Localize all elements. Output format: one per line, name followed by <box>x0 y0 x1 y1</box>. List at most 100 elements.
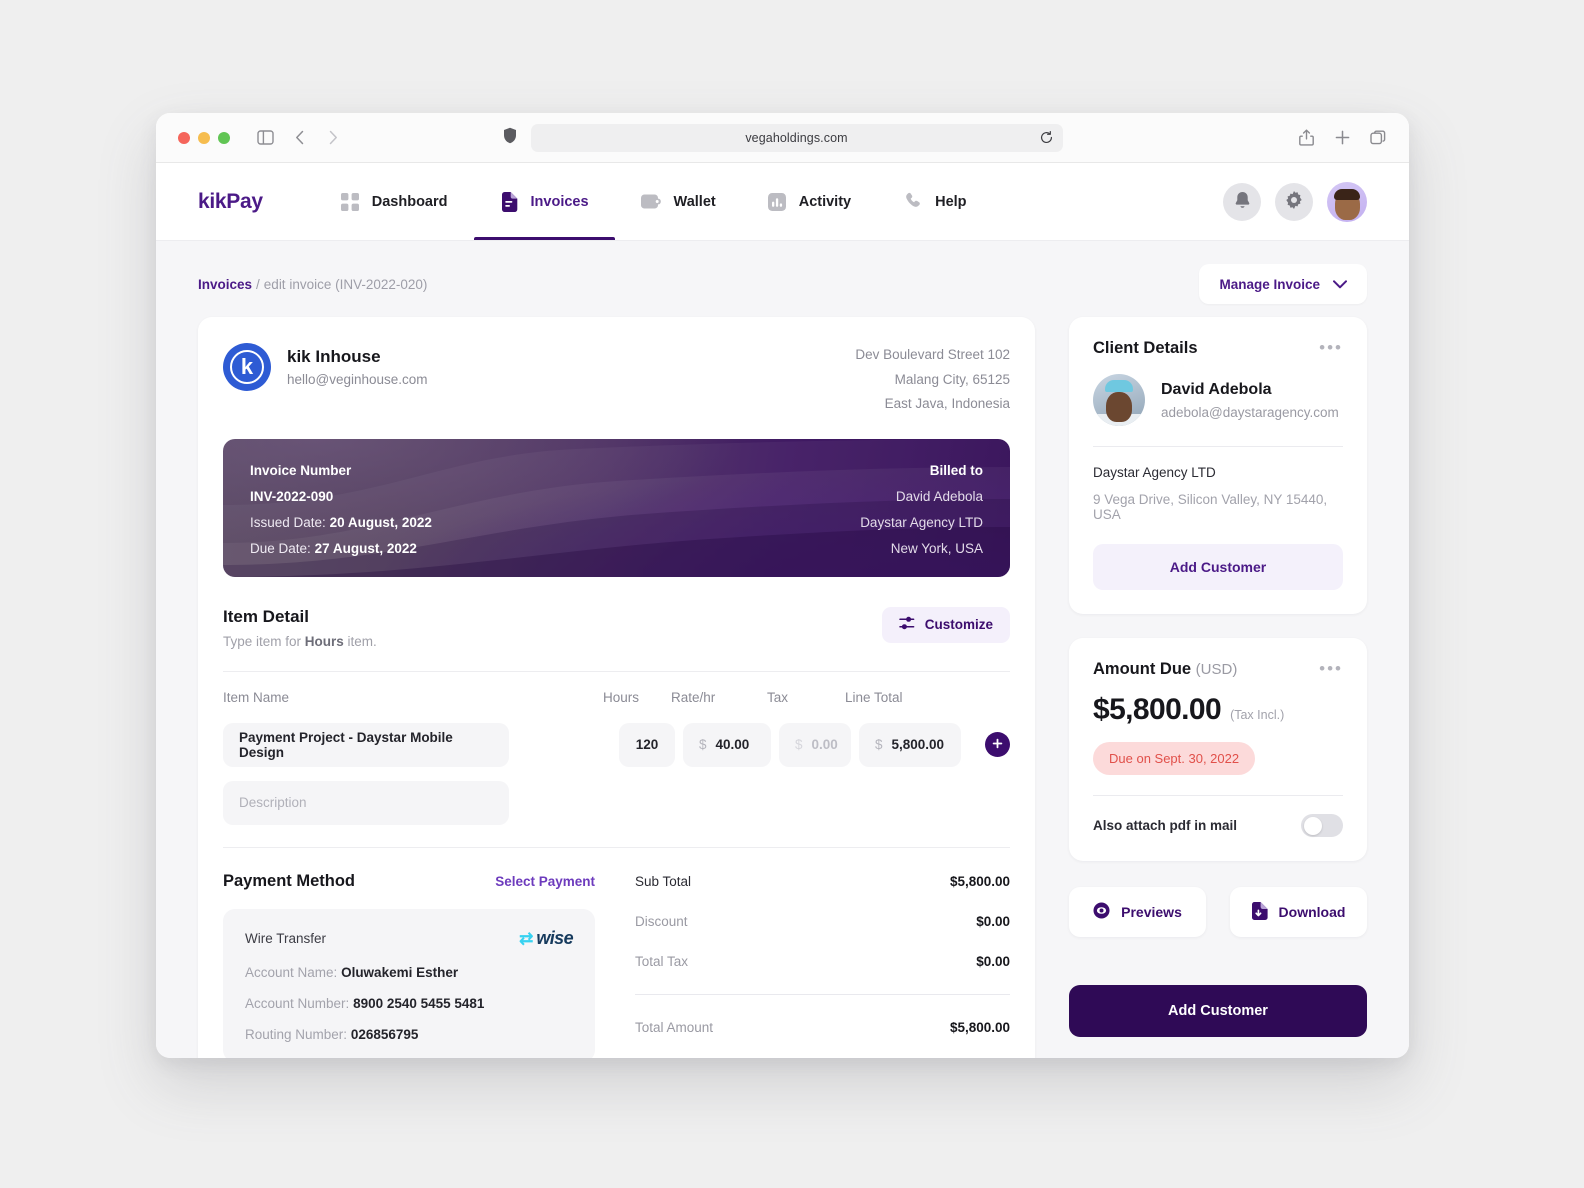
manage-invoice-button[interactable]: Manage Invoice <box>1199 264 1367 304</box>
summary-value: $5,800.00 <box>949 873 1010 889</box>
client-text: David Adebola adebola@daystaragency.com <box>1161 381 1339 420</box>
browser-window: vegaholdings.com kikPay Dashboard Invoic… <box>156 113 1409 1058</box>
payment-summary-section: Payment Method Select Payment Wire Trans… <box>223 846 1010 1058</box>
nav-item-activity[interactable]: Activity <box>742 163 877 240</box>
plus-icon[interactable] <box>1333 129 1351 147</box>
attach-pdf-toggle[interactable] <box>1301 814 1343 837</box>
payment-field-label: Account Number <box>245 995 346 1011</box>
file-download-icon <box>1251 901 1268 923</box>
client-company: Daystar Agency LTD <box>1093 465 1216 480</box>
maximize-window-button[interactable] <box>218 131 230 144</box>
client-card-divider <box>1093 446 1343 447</box>
sidebar-toggle-icon[interactable] <box>256 129 274 147</box>
invoice-summary: Sub Total $5,800.00 Discount $0.00 Total… <box>635 872 1010 1058</box>
billed-to-label: Billed to <box>929 462 983 478</box>
invoice-number-value: INV-2022-090 <box>250 488 334 504</box>
amount-card-divider <box>1093 795 1343 796</box>
item-line-total-input[interactable]: $ 5,800.00 <box>859 722 961 767</box>
nav-item-help[interactable]: Help <box>877 163 992 240</box>
payment-field-row: Account Name: Oluwakemi Esther <box>245 964 459 980</box>
page-content: Invoices / edit invoice (INV-2022-020) M… <box>156 241 1409 1058</box>
column-item-name: Item Name <box>223 689 290 705</box>
previews-label: Previews <box>1121 904 1182 920</box>
company-name: kik Inhouse <box>287 347 381 366</box>
add-customer-secondary-button[interactable]: Add Customer <box>1093 544 1343 590</box>
client-name: David Adebola <box>1161 380 1272 398</box>
banner-rows: Invoice Number INV-2022-090 Issued Date:… <box>250 463 983 556</box>
breadcrumb-row: Invoices / edit invoice (INV-2022-020) M… <box>198 263 1367 305</box>
summary-label: Sub Total <box>635 873 692 889</box>
reload-icon[interactable] <box>1040 131 1053 144</box>
item-line-total-value: 5,800.00 <box>891 737 945 753</box>
document-icon <box>500 191 518 212</box>
forward-chevron-icon[interactable] <box>324 129 342 147</box>
wise-mark: ⇄ <box>519 928 534 948</box>
column-line-total: Line Total <box>845 689 903 705</box>
attach-pdf-label: Also attach pdf in mail <box>1093 818 1238 833</box>
due-date-row: Due Date: 27 August, 2022 <box>250 541 432 556</box>
app-navbar: kikPay Dashboard Invoices Wallet Activit… <box>156 163 1409 241</box>
customize-button[interactable]: Customize <box>881 606 1010 643</box>
item-description-input[interactable]: Description <box>223 780 509 825</box>
item-detail-title: Item Detail <box>223 606 309 626</box>
nav-item-wallet[interactable]: Wallet <box>615 163 742 240</box>
banner-right: Billed to David Adebola Daystar Agency L… <box>860 463 983 556</box>
item-description-row: Description <box>223 780 1010 825</box>
sliders-icon <box>898 615 915 634</box>
client-identity: David Adebola adebola@daystaragency.com <box>1093 374 1343 426</box>
client-avatar <box>1093 374 1145 426</box>
client-address: 9 Vega Drive, Silicon Valley, NY 15440, … <box>1093 492 1328 522</box>
nav-item-label: Help <box>935 193 967 210</box>
total-amount-label: Total Amount <box>635 1019 714 1035</box>
url-input[interactable]: vegaholdings.com <box>530 123 1063 152</box>
nav-item-label: Wallet <box>673 193 716 210</box>
minimize-window-button[interactable] <box>198 131 210 144</box>
item-hours-input[interactable]: 120 <box>619 722 675 767</box>
nav-item-invoices[interactable]: Invoices <box>473 163 615 240</box>
breadcrumb-current: edit invoice (INV-2022-020) <box>263 276 428 292</box>
close-window-button[interactable] <box>178 131 190 144</box>
bell-icon <box>1234 191 1251 213</box>
item-name-input[interactable]: Payment Project - Daystar Mobile Design <box>223 722 509 767</box>
avatar-face <box>1334 188 1360 220</box>
item-rate-input[interactable]: $ 40.00 <box>683 722 771 767</box>
select-payment-link[interactable]: Select Payment <box>495 874 595 889</box>
breadcrumb-invoices-link[interactable]: Invoices <box>198 277 252 292</box>
settings-button[interactable] <box>1275 182 1313 221</box>
banner-left: Invoice Number INV-2022-090 Issued Date:… <box>250 463 432 556</box>
nav-item-label: Invoices <box>530 193 589 210</box>
billed-to-name: David Adebola <box>895 488 983 504</box>
invoice-banner: Invoice Number INV-2022-090 Issued Date:… <box>223 438 1010 577</box>
manage-invoice-label: Manage Invoice <box>1219 276 1320 292</box>
due-date-label: Due Date: <box>250 540 311 556</box>
company-logo-icon: k <box>223 343 271 391</box>
due-date-badge: Due on Sept. 30, 2022 <box>1093 742 1256 775</box>
amount-card-header: Amount Due (USD) ••• <box>1093 660 1343 679</box>
summary-label: Discount <box>635 913 688 929</box>
tabs-icon[interactable] <box>1369 129 1387 147</box>
logo-letter: k <box>240 354 254 379</box>
app-logo[interactable]: kikPay <box>198 190 263 214</box>
window-traffic-lights <box>178 131 230 144</box>
previews-button[interactable]: Previews <box>1069 887 1206 937</box>
amount-tax-note: (Tax Incl.) <box>1230 708 1285 722</box>
add-customer-primary-button[interactable]: Add Customer <box>1069 985 1367 1037</box>
download-button[interactable]: Download <box>1230 887 1367 937</box>
subtitle-post: item. <box>343 633 377 649</box>
notifications-button[interactable] <box>1223 182 1261 221</box>
browser-nav-controls <box>256 129 342 147</box>
user-avatar[interactable] <box>1327 181 1367 222</box>
summary-row-discount: Discount $0.00 <box>635 914 1010 929</box>
nav-item-dashboard[interactable]: Dashboard <box>315 163 474 240</box>
column-tax: Tax <box>767 689 789 705</box>
back-chevron-icon[interactable] <box>290 129 308 147</box>
share-icon[interactable] <box>1297 129 1315 147</box>
more-options-icon[interactable]: ••• <box>1319 660 1343 677</box>
add-item-button[interactable] <box>985 732 1010 758</box>
item-tax-input[interactable]: $ 0.00 <box>779 722 851 767</box>
wise-logo-icon: ⇄ wise <box>519 928 573 949</box>
shield-icon[interactable] <box>503 127 517 149</box>
more-options-icon[interactable]: ••• <box>1319 339 1343 356</box>
client-email: adebola@daystaragency.com <box>1161 404 1339 420</box>
wise-wordmark: wise <box>536 927 573 948</box>
